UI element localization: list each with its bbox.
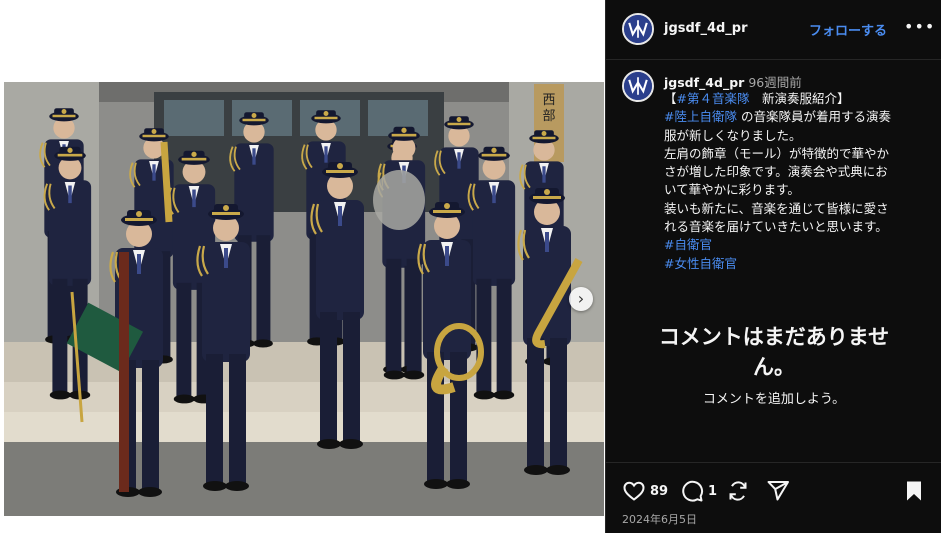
chevron-right-icon[interactable]: › [569,287,593,311]
bassoon [119,252,129,492]
caption-header: jgsdf_4d_pr 96週間前 [664,72,802,91]
caption-text-segment: 【 [664,91,677,106]
share-icon [767,481,789,501]
avatar[interactable] [622,13,654,45]
caption-timestamp: 96週間前 [748,75,802,90]
caption-text-segment: 服が新しくなりました。 [664,127,802,143]
comment-button[interactable]: 1 [680,479,717,503]
hashtag-link[interactable]: #陸上自衛隊 [664,109,737,124]
unit-emblem-icon [624,72,652,100]
caption-line: #女性自衛官 [664,255,934,273]
empty-comments-title-line1: コメントはまだありませ [658,325,890,349]
saxophone-back [160,141,173,223]
avatar[interactable] [622,70,654,102]
share-button[interactable] [766,479,790,503]
hashtag-link[interactable]: #女性自衛官 [664,256,737,271]
hashtag-link[interactable]: #第４音楽隊 [677,91,750,106]
caption-text-segment: の音楽隊員が着用する演奏 [736,109,891,125]
caption-line: さが増した印象です。演奏会や式典にお [664,163,934,181]
comment-count: 1 [708,483,718,499]
caption-line: 左肩の飾章（モール）が特徴的で華やか [664,145,934,163]
caption-line: 装いも新たに、音楽を通じて皆様に愛さ [664,200,934,218]
caption-line: 服が新しくなりました。 [664,127,934,145]
like-count: 89 [650,483,669,499]
hashtag-link[interactable]: #自衛官 [664,237,712,252]
caption-line: #自衛官 [664,236,934,254]
caption-text-segment: 装いも新たに、音楽を通じて皆様に愛さ [664,200,889,216]
save-button[interactable] [902,479,926,503]
post-date: 2024年6月5日 [622,513,697,526]
comment-icon [682,480,704,502]
heart-icon [623,481,645,501]
caption-text-segment: さが増した印象です。演奏会や式典にお [664,164,888,180]
repost-button[interactable] [726,479,750,503]
caption-text-segment: いて華やかに彩ります。 [664,182,800,198]
caption-username[interactable]: jgsdf_4d_pr [664,75,744,90]
caption-line: れる音楽を届けていきたいと思います。 [664,218,934,236]
caption-text: 【#第４音楽隊 新演奏服紹介】 #陸上自衛隊 の音楽隊員が着用する演奏 服が新しくな… [664,90,934,273]
post-header: jgsdf_4d_pr フォローする ••• [606,0,941,60]
euphonium [373,170,425,230]
post-side-panel: jgsdf_4d_pr フォローする ••• jgsdf_4d_pr 96週間前 … [605,0,941,533]
header-username[interactable]: jgsdf_4d_pr [664,21,748,36]
bookmark-icon [907,481,921,501]
repost-icon [729,481,747,501]
unit-emblem-icon [624,15,652,43]
post-photo[interactable]: 西部 [4,82,604,516]
caption-text-segment: 左肩の飾章（モール）が特徴的で華やか [664,145,890,161]
follow-button[interactable]: フォローする [809,20,887,39]
caption-line: いて華やかに彩ります。 [664,181,934,199]
empty-comments-title-line2: ん。 [753,355,795,379]
more-horizontal-icon[interactable]: ••• [904,17,935,36]
caption-text-segment: 新演奏服紹介】 [749,91,850,106]
empty-comments: コメントはまだありませ ん。 コメントを追加しよう。 [606,322,941,407]
empty-comments-subtitle: コメントを追加しよう。 [702,392,846,407]
media-pane: 西部 › [0,0,605,533]
pavement [4,442,604,516]
caption-line: #陸上自衛隊 の音楽隊員が着用する演奏 [664,108,934,126]
building-sign-text: 西部 [542,93,555,124]
post-actions: 89 1 2024年6月5日 [606,462,941,533]
caption-line: 【#第４音楽隊 新演奏服紹介】 [664,90,934,108]
caption-text-segment: れる音楽を届けていきたいと思います。 [664,219,888,235]
band-photo-illustration: 西部 [4,82,604,516]
empty-comments-title: コメントはまだありませ ん。 [606,322,941,382]
like-button[interactable]: 89 [622,479,668,503]
